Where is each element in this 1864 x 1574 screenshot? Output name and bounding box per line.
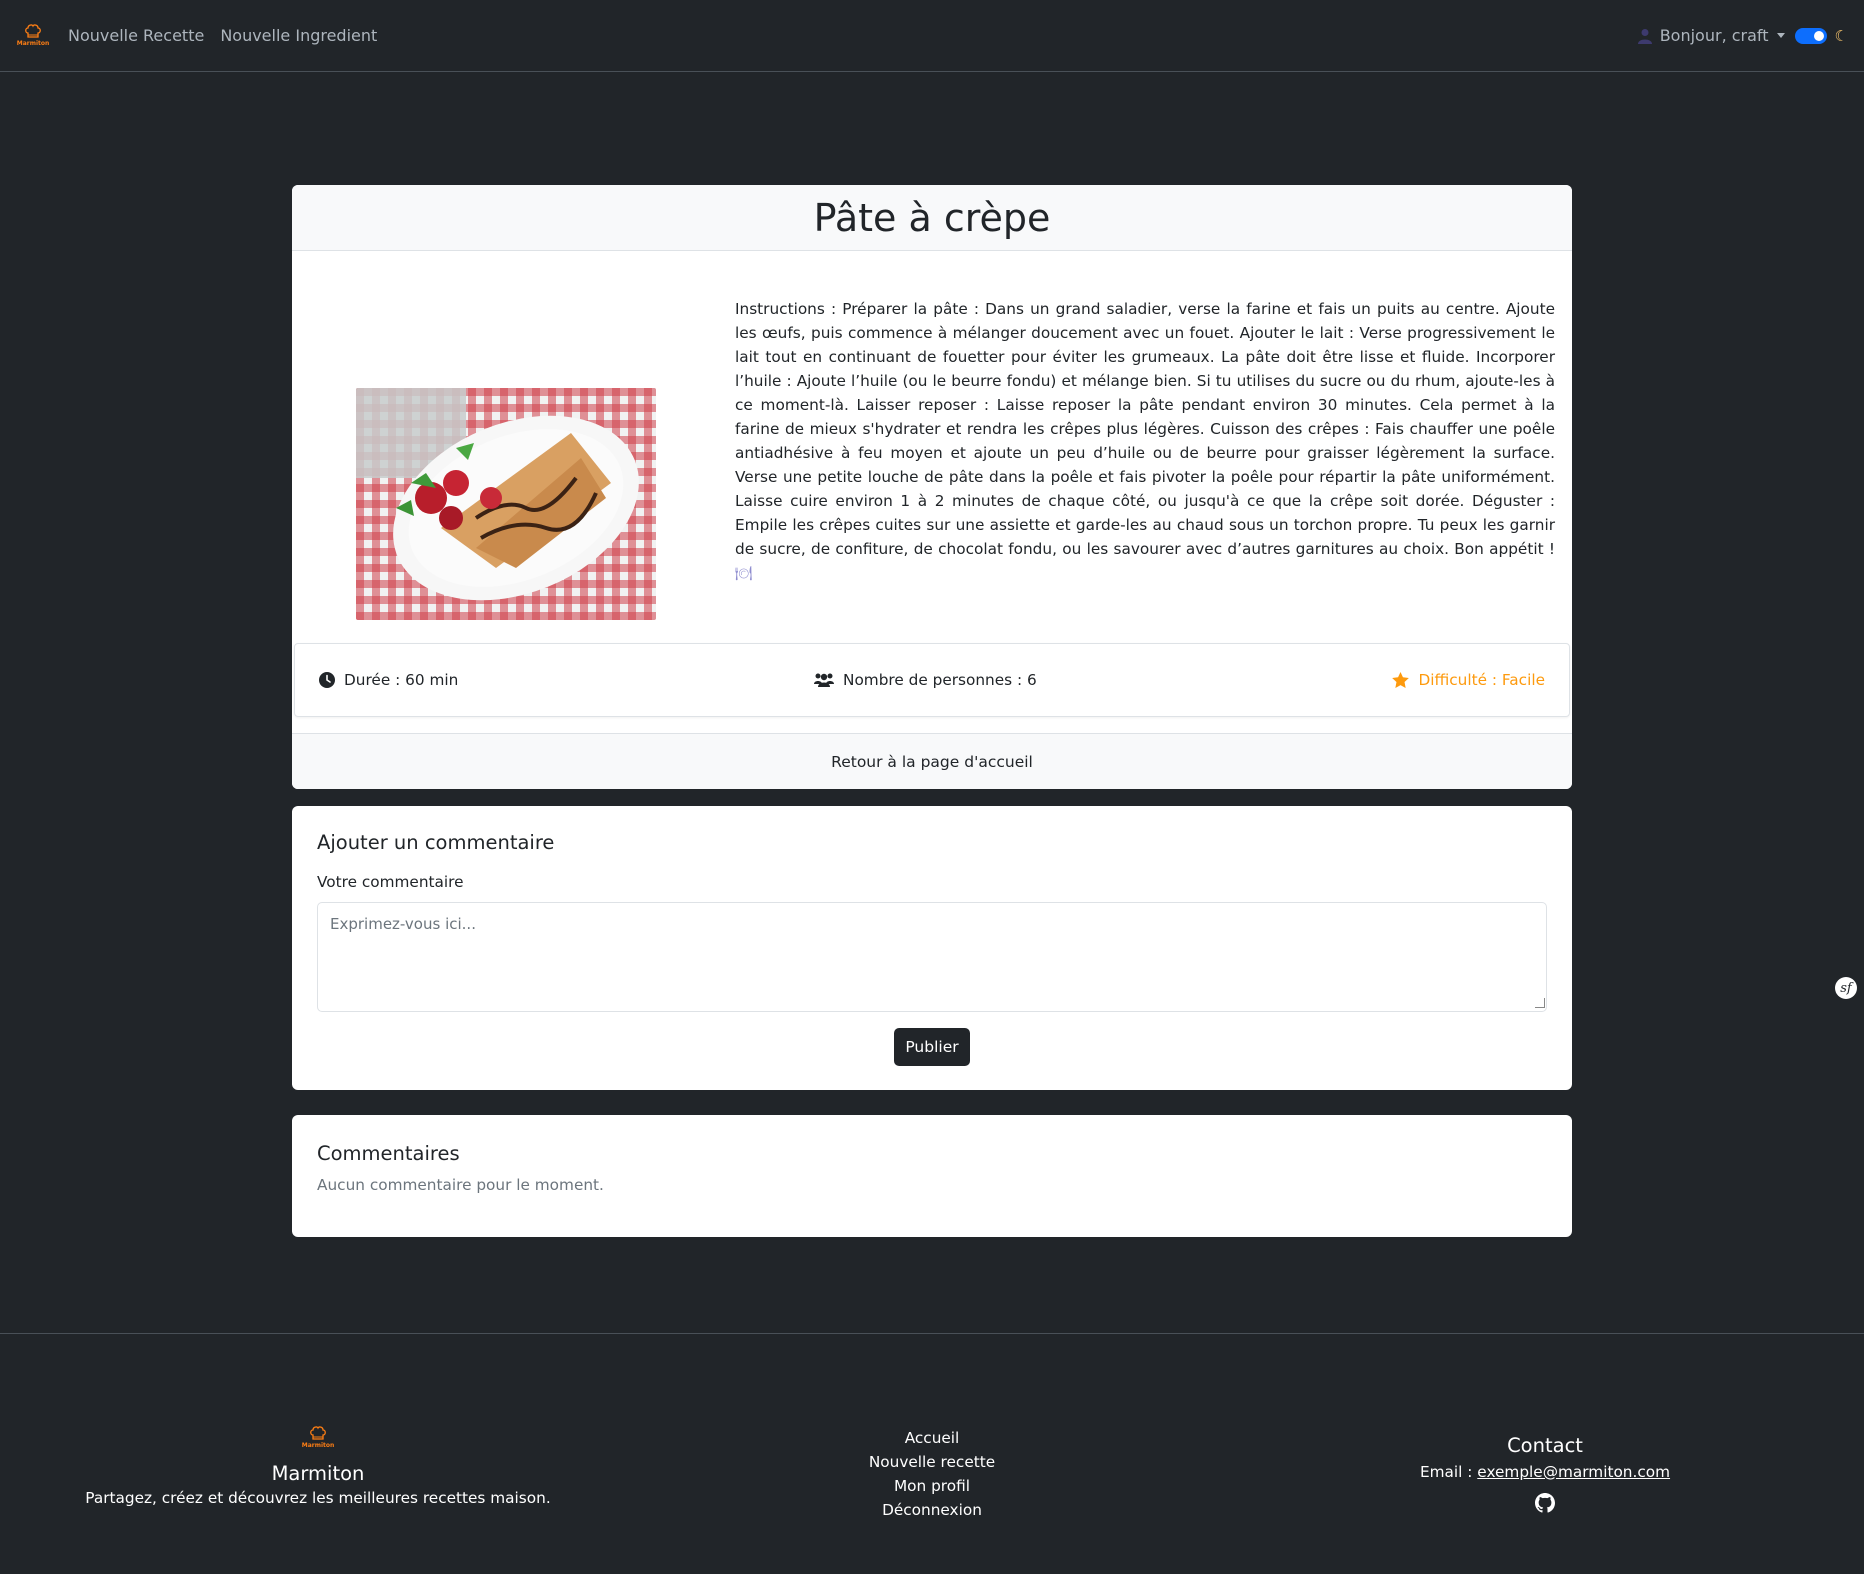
- user-greeting-dropdown[interactable]: Bonjour, craft: [1660, 26, 1769, 45]
- clock-icon: [319, 672, 335, 688]
- recipe-header: Pâte à crèpe: [292, 185, 1572, 251]
- recipe-meta: Durée : 60 min Nombre de personnes : 6 D…: [294, 643, 1570, 717]
- difficulty-info: Difficulté : Facile: [1392, 671, 1545, 689]
- nav-link-new-ingredient[interactable]: Nouvelle Ingredient: [220, 26, 377, 45]
- recipe-image: [356, 388, 656, 620]
- brand-text: Marmiton: [16, 40, 50, 47]
- recipe-body: Instructions : Préparer la pâte : Dans u…: [292, 251, 1572, 629]
- chevron-down-icon[interactable]: [1776, 33, 1785, 38]
- comment-textarea[interactable]: [317, 902, 1547, 1012]
- footer-link-new-recipe[interactable]: Nouvelle recette: [832, 1450, 1032, 1474]
- recipe-instructions: Instructions : Préparer la pâte : Dans u…: [735, 297, 1555, 586]
- footer-contact: Contact Email : exemple@marmiton.com: [1345, 1434, 1745, 1513]
- comment-form-card: Ajouter un commentaire Votre commentaire…: [292, 806, 1572, 1090]
- user-menu: Bonjour, craft ☾: [1637, 26, 1848, 45]
- comment-form-title: Ajouter un commentaire: [317, 831, 555, 854]
- user-icon: [1637, 28, 1652, 44]
- chef-hat-icon: [25, 24, 41, 38]
- plate-icon: 🍽: [735, 566, 753, 582]
- footer-nav: Accueil Nouvelle recette Mon profil Déco…: [832, 1426, 1032, 1522]
- duration-info: Durée : 60 min: [319, 671, 458, 689]
- footer-email: Email : exemple@marmiton.com: [1345, 1463, 1745, 1481]
- recipe-card: Pâte à crèpe Instructions: Préparer la …: [292, 185, 1572, 789]
- nav-link-new-recipe[interactable]: Nouvelle Recette: [68, 26, 204, 45]
- theme-toggle[interactable]: [1794, 27, 1827, 44]
- footer-brand: Marmiton Marmiton Partagez, créez et déc…: [0, 1426, 636, 1507]
- footer-link-logout[interactable]: Déconnexion: [832, 1498, 1032, 1522]
- footer-tagline: Partagez, créez et découvrez les meilleu…: [85, 1489, 551, 1507]
- footer-brand-name: Marmiton: [271, 1462, 365, 1485]
- footer-logo: Marmiton: [301, 1426, 335, 1454]
- symfony-toolbar-icon[interactable]: sf: [1835, 977, 1857, 999]
- difficulty-text: Difficulté : Facile: [1418, 671, 1545, 689]
- servings-info: Nombre de personnes : 6: [814, 671, 1037, 689]
- recipe-instructions-text: Instructions : Préparer la pâte : Dans u…: [735, 300, 1555, 558]
- navbar: Marmiton Nouvelle Recette Nouvelle Ingre…: [0, 0, 1864, 72]
- users-icon: [814, 673, 834, 687]
- chef-hat-icon: [310, 1426, 326, 1440]
- duration-text: Durée : 60 min: [344, 671, 459, 689]
- footer-logo-text: Marmiton: [301, 1442, 335, 1449]
- back-home-link[interactable]: Retour à la page d'accueil: [292, 733, 1572, 789]
- site-footer: Marmiton Marmiton Partagez, créez et déc…: [0, 1333, 1864, 1574]
- no-comments-text: Aucun commentaire pour le moment.: [317, 1176, 604, 1194]
- recipe-title: Pâte à crèpe: [813, 195, 1051, 240]
- toggle-knob: [1813, 30, 1824, 41]
- publish-button[interactable]: Publier: [894, 1028, 970, 1066]
- footer-email-link[interactable]: exemple@marmiton.com: [1477, 1463, 1670, 1481]
- servings-text: Nombre de personnes : 6: [843, 671, 1037, 689]
- footer-email-label: Email :: [1419, 1463, 1473, 1481]
- moon-icon: ☾: [1834, 26, 1848, 45]
- comments-title: Commentaires: [317, 1142, 460, 1165]
- star-icon: [1392, 672, 1410, 688]
- resize-handle-icon[interactable]: [1535, 998, 1545, 1008]
- footer-link-profile[interactable]: Mon profil: [832, 1474, 1032, 1498]
- comment-label: Votre commentaire: [317, 873, 464, 891]
- github-icon[interactable]: [1535, 1493, 1555, 1513]
- footer-contact-title: Contact: [1507, 1434, 1583, 1457]
- comments-card: Commentaires Aucun commentaire pour le m…: [292, 1115, 1572, 1237]
- brand-logo[interactable]: Marmiton: [16, 21, 50, 51]
- footer-link-home[interactable]: Accueil: [832, 1426, 1032, 1450]
